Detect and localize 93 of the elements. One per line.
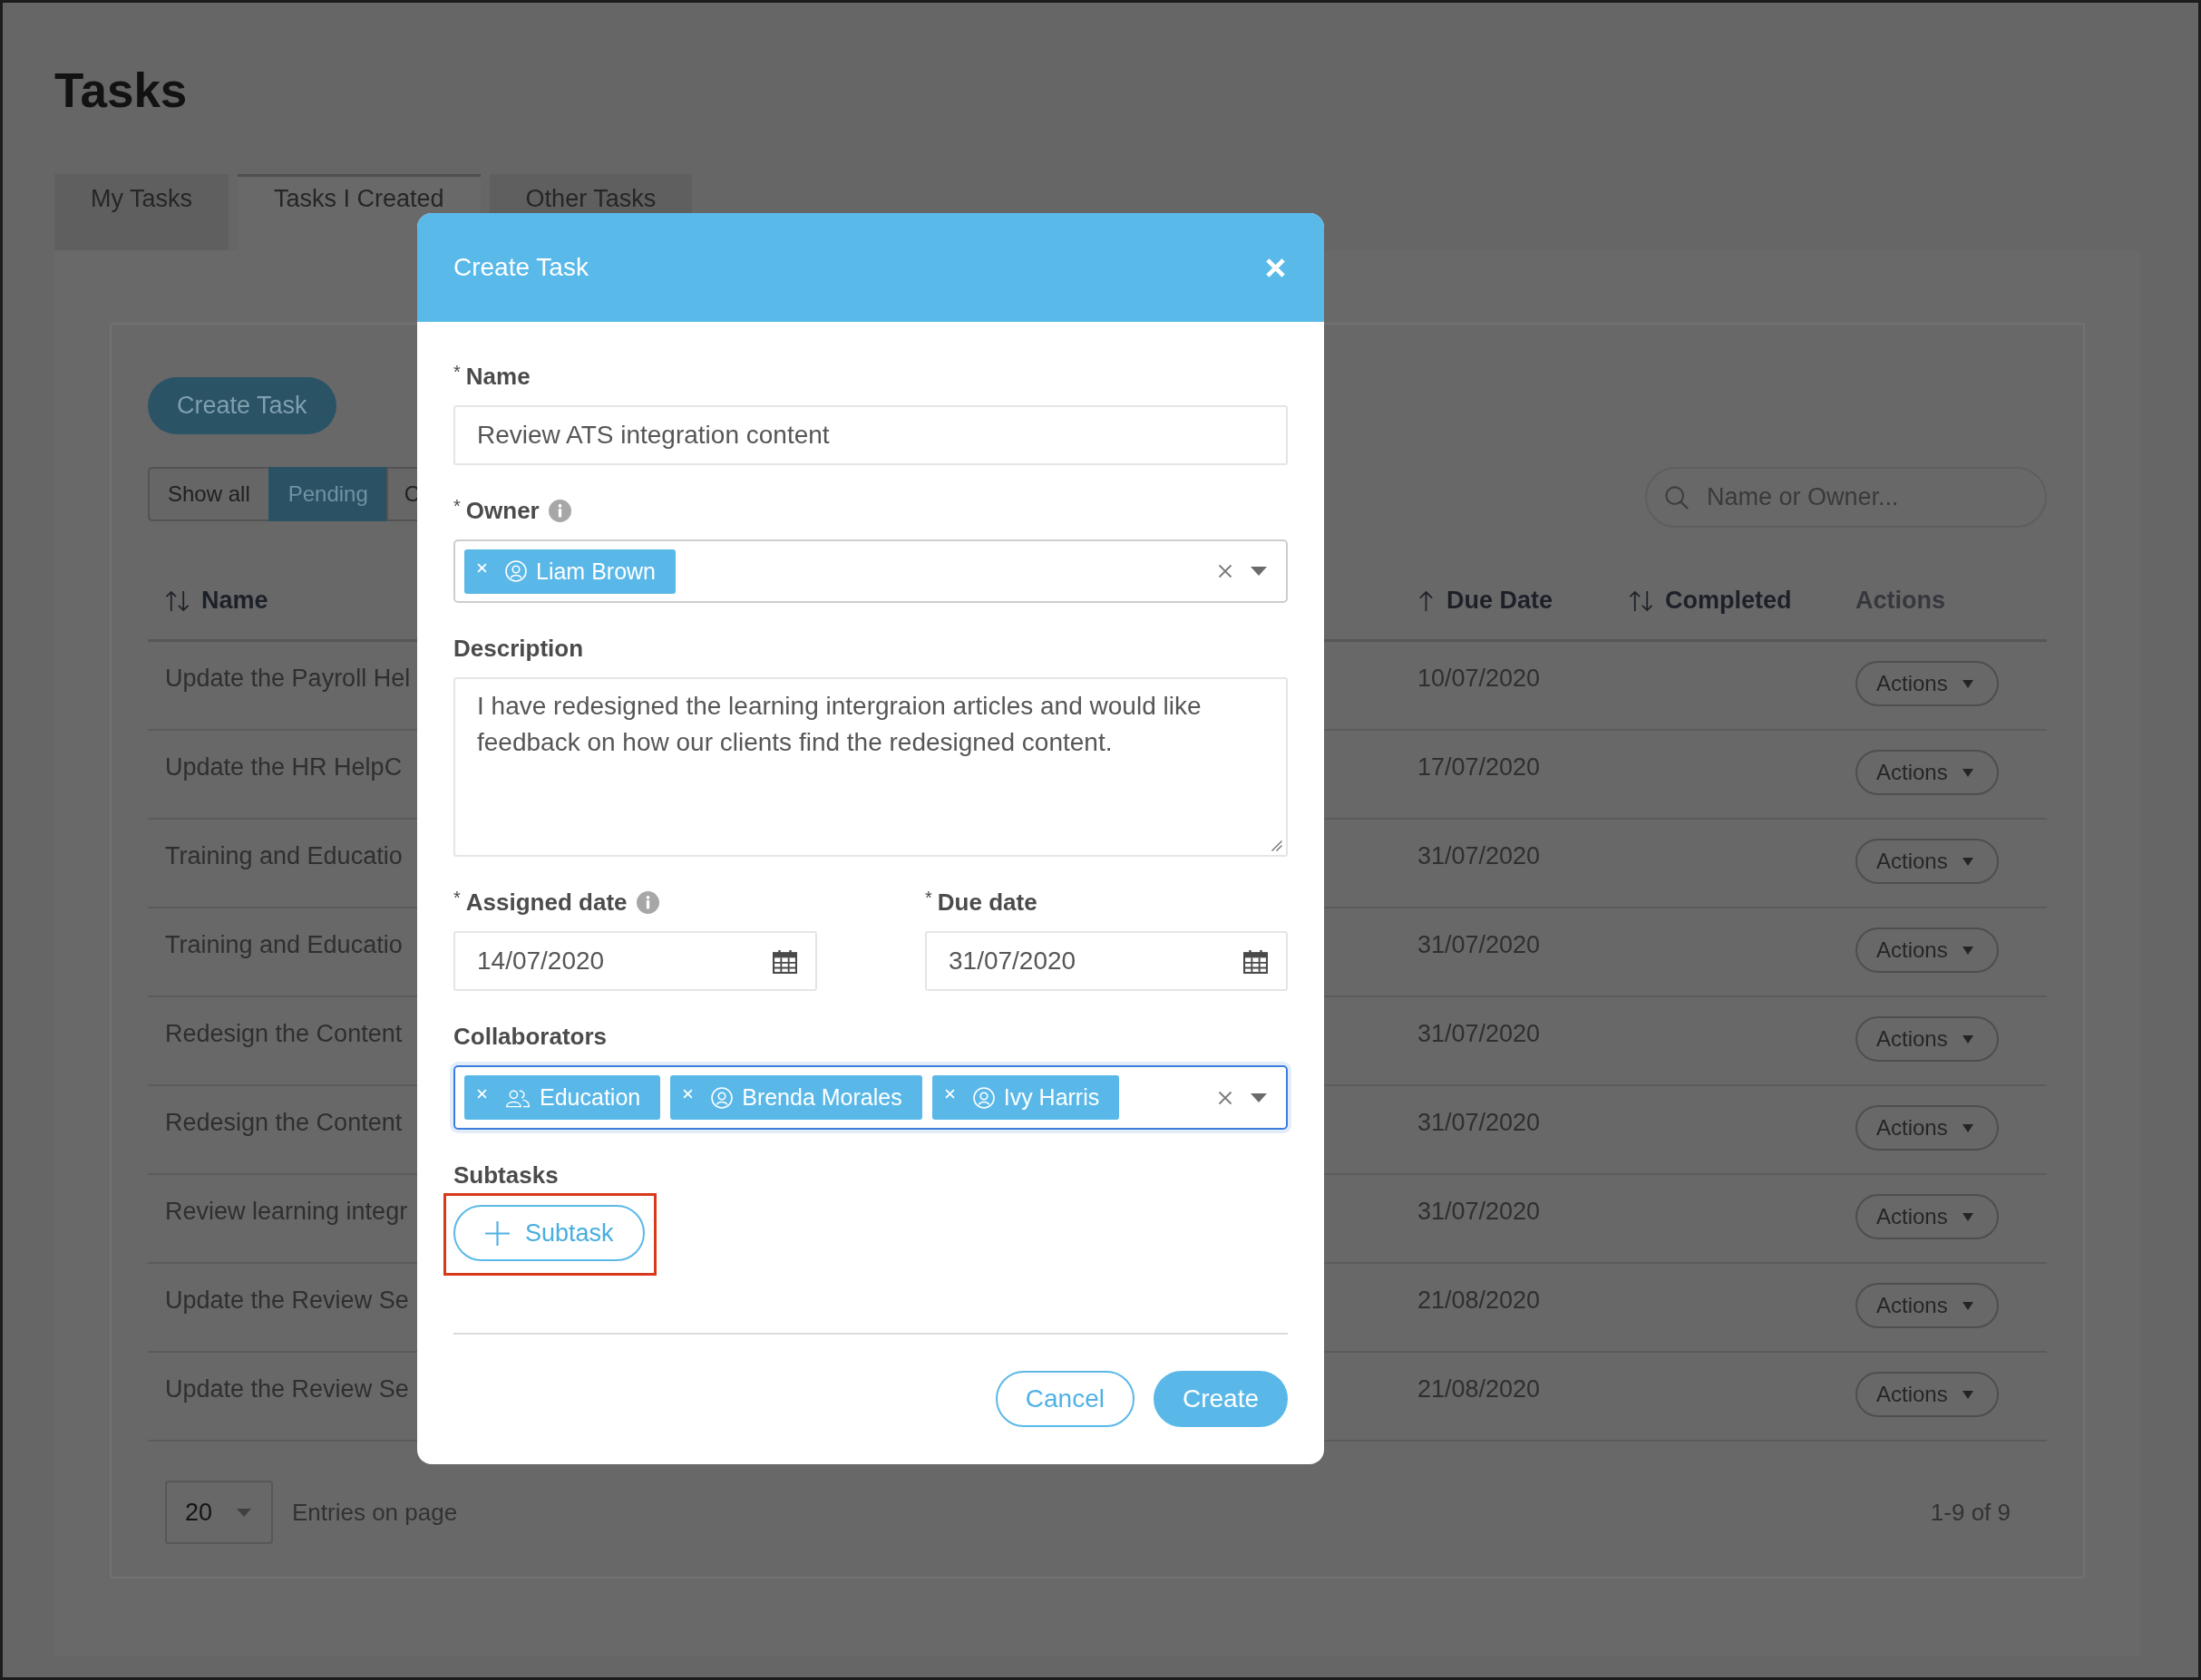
- required-mark: *: [453, 363, 461, 381]
- plus-icon: [485, 1220, 510, 1246]
- owner-select[interactable]: Liam Brown: [453, 539, 1288, 603]
- table-cell: Update the Review Se: [165, 1287, 409, 1314]
- caret-icon: [1962, 857, 1973, 866]
- caret-icon[interactable]: [1251, 1092, 1267, 1102]
- caret-icon: [1962, 946, 1973, 955]
- table-cell: Update the HR HelpC: [165, 753, 403, 781]
- field-label: Description: [453, 635, 584, 662]
- page-size-select[interactable]: 20: [165, 1481, 273, 1544]
- date-input[interactable]: 14/07/2020: [453, 931, 817, 991]
- user-tag[interactable]: Brenda Morales: [670, 1075, 922, 1120]
- caret-icon: [1962, 1034, 1973, 1044]
- user-tag[interactable]: Liam Brown: [464, 549, 676, 594]
- column-header[interactable]: Name: [201, 587, 268, 615]
- search-icon: [1665, 485, 1689, 510]
- caret-icon[interactable]: [1251, 567, 1267, 576]
- caret-icon: [1962, 1212, 1973, 1221]
- tab[interactable]: My Tasks: [54, 174, 229, 250]
- table-cell: 21/08/2020: [1417, 1287, 1541, 1314]
- actions-button[interactable]: Actions: [1855, 839, 1999, 884]
- caret-icon: [1962, 768, 1973, 777]
- field-label: Owner: [465, 497, 540, 524]
- clear-icon[interactable]: [1218, 564, 1232, 578]
- actions-button[interactable]: Actions: [1855, 661, 1999, 706]
- actions-button[interactable]: Actions: [1855, 1105, 1999, 1151]
- caret-icon: [1962, 1123, 1973, 1132]
- actions-button[interactable]: Actions: [1855, 927, 1999, 973]
- remove-icon[interactable]: [477, 562, 487, 573]
- table-cell: 31/07/2020: [1417, 931, 1541, 958]
- field-label: Due date: [937, 889, 1037, 916]
- actions-button[interactable]: Actions: [1855, 1283, 1999, 1328]
- table-cell: Review learning integr: [165, 1198, 408, 1225]
- table-cell: Redesign the Content: [165, 1020, 403, 1047]
- remove-icon[interactable]: [477, 1089, 487, 1099]
- info-icon[interactable]: [548, 499, 571, 522]
- arrow-up-icon[interactable]: [1417, 589, 1435, 612]
- field-label: Assigned date: [465, 889, 628, 916]
- resize-handle-icon[interactable]: [1271, 840, 1282, 851]
- sort-arrows-icon[interactable]: [1629, 589, 1653, 612]
- modal-title: Create Task: [453, 253, 589, 282]
- table-cell: 31/07/2020: [1417, 1198, 1541, 1225]
- field-label: Name: [465, 363, 531, 390]
- column-header[interactable]: Completed: [1665, 587, 1792, 615]
- table-cell: 31/07/2020: [1417, 842, 1541, 869]
- table-cell: 31/07/2020: [1417, 1020, 1541, 1047]
- caret-icon: [1962, 1390, 1973, 1399]
- user-tag[interactable]: Ivy Harris: [931, 1075, 1120, 1120]
- table-cell: Redesign the Content: [165, 1109, 403, 1136]
- caret-icon: [1962, 679, 1973, 688]
- table-cell: Training and Educatio: [165, 842, 403, 869]
- calendar-icon[interactable]: [1243, 948, 1268, 974]
- page-title: Tasks: [54, 63, 188, 118]
- close-icon[interactable]: [1265, 257, 1286, 278]
- actions-button[interactable]: Actions: [1855, 1194, 1999, 1239]
- date-input[interactable]: 31/07/2020: [925, 931, 1288, 991]
- caret-icon: [237, 1508, 251, 1517]
- user-icon: [711, 1086, 734, 1109]
- filter-button[interactable]: Show all: [148, 467, 268, 521]
- group-tag[interactable]: Education: [464, 1075, 661, 1120]
- table-cell: 31/07/2020: [1417, 1109, 1541, 1136]
- table-cell: Update the Payroll Hel: [165, 665, 411, 692]
- cancel-button[interactable]: Cancel: [995, 1371, 1135, 1427]
- actions-button[interactable]: Actions: [1855, 1016, 1999, 1062]
- table-cell: Training and Educatio: [165, 931, 403, 958]
- table-cell: Update the Review Se: [165, 1375, 409, 1403]
- required-mark: *: [925, 889, 932, 907]
- group-icon: [505, 1087, 531, 1108]
- field-label: Collaborators: [453, 1023, 608, 1050]
- add-subtask-button[interactable]: Subtask: [453, 1205, 645, 1261]
- required-mark: *: [453, 497, 461, 515]
- info-icon[interactable]: [636, 890, 659, 914]
- sort-arrows-icon[interactable]: [165, 589, 190, 612]
- required-mark: *: [453, 889, 461, 907]
- name-input[interactable]: Review ATS integration content: [453, 405, 1288, 465]
- submit-button[interactable]: Create: [1153, 1371, 1288, 1427]
- calendar-icon[interactable]: [773, 948, 797, 974]
- actions-button[interactable]: Actions: [1855, 750, 1999, 795]
- field-label: Subtasks: [453, 1161, 559, 1189]
- remove-icon[interactable]: [944, 1089, 955, 1099]
- column-header[interactable]: Due Date: [1446, 587, 1553, 615]
- table-cell: 21/08/2020: [1417, 1375, 1541, 1403]
- table-cell: 10/07/2020: [1417, 665, 1541, 692]
- user-icon: [505, 560, 527, 582]
- caret-icon: [1962, 1301, 1973, 1310]
- user-icon: [972, 1086, 995, 1109]
- table-cell: 17/07/2020: [1417, 753, 1541, 781]
- filter-button[interactable]: Pending: [268, 467, 386, 521]
- actions-button[interactable]: Actions: [1855, 1372, 1999, 1417]
- remove-icon[interactable]: [683, 1089, 694, 1099]
- create-task-button[interactable]: Create Task: [148, 377, 336, 434]
- description-textarea[interactable]: I have redesigned the learning intergraion articles and would like feedback on how our clients find the redesigned content.: [453, 677, 1288, 857]
- clear-icon[interactable]: [1218, 1090, 1232, 1105]
